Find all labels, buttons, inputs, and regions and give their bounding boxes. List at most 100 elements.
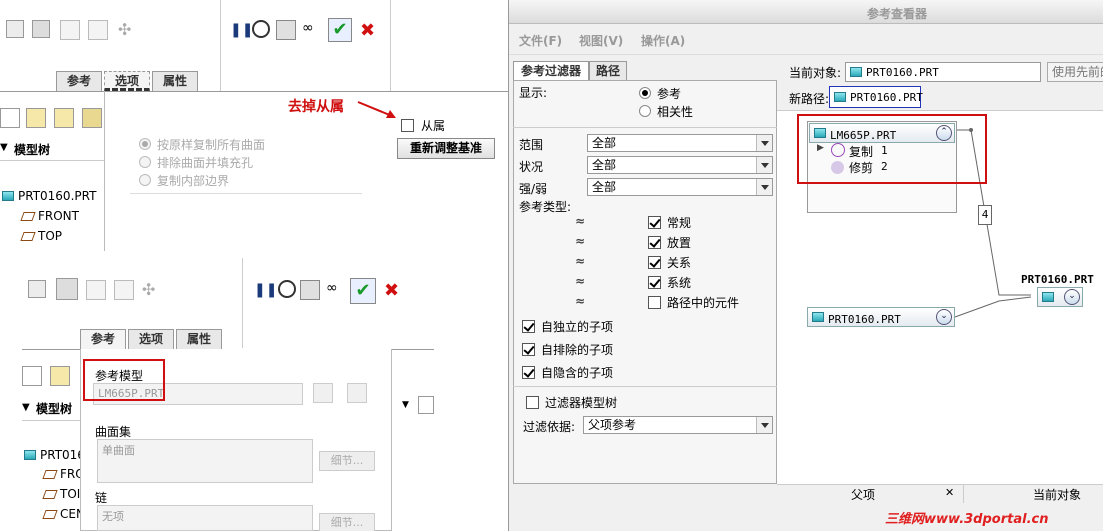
check-path-component[interactable]: [648, 296, 661, 309]
glasses-icon[interactable]: ∞: [302, 20, 314, 36]
current-object-label: 当前对象:: [789, 66, 842, 80]
folder-open-icon[interactable]: [60, 20, 80, 40]
check-placement[interactable]: [648, 236, 661, 249]
chevron-down-icon: [756, 417, 772, 433]
scope-select[interactable]: 全部: [587, 134, 773, 152]
divider: [513, 127, 777, 128]
target-node[interactable]: ⌄: [1037, 287, 1083, 307]
confirm-icon[interactable]: ✔: [350, 278, 376, 304]
menu-file[interactable]: 文件(F): [519, 32, 562, 49]
second-node[interactable]: PRT0160.PRT ⌄: [807, 307, 955, 327]
check-filter-tree[interactable]: [526, 396, 539, 409]
glasses-icon[interactable]: ∞: [326, 280, 338, 296]
second-node-label: PRT0160.PRT: [828, 313, 901, 326]
divider: [130, 193, 362, 194]
ref-type-system: 系统: [667, 276, 692, 290]
tab-options[interactable]: 选项: [128, 329, 174, 349]
filter-by-select[interactable]: 父项参考: [583, 416, 773, 434]
confirm-icon[interactable]: ✔: [328, 18, 352, 42]
window-title: 参考查看器: [867, 7, 928, 21]
menu-view[interactable]: 视图(V): [579, 32, 623, 49]
tree-icon[interactable]: [22, 366, 42, 386]
settings-icon[interactable]: [82, 108, 102, 128]
check-suppressed-child[interactable]: [522, 366, 535, 379]
expand-down-icon[interactable]: ⌄: [936, 309, 952, 325]
arrow-cross-icon[interactable]: ✣: [142, 280, 155, 299]
layers-icon[interactable]: [26, 108, 46, 128]
strength-select[interactable]: 全部: [587, 178, 773, 196]
folder-open-icon[interactable]: [313, 383, 333, 403]
expand-down-icon[interactable]: ⌄: [1064, 289, 1080, 305]
detail-button[interactable]: 细节...: [319, 451, 375, 471]
tab-reference[interactable]: 参考: [56, 71, 102, 91]
cancel-icon[interactable]: ✖: [384, 280, 399, 301]
pause-icon[interactable]: ❚❚: [230, 22, 253, 38]
dependent-checkbox[interactable]: [401, 119, 414, 132]
tab-reference-filter[interactable]: 参考过滤器: [513, 61, 589, 81]
new-path-field[interactable]: PRT0160.PRT: [829, 86, 923, 108]
tree-item-part[interactable]: PRT0160.PRT: [18, 189, 96, 203]
divider: [0, 160, 104, 161]
check-relation[interactable]: [648, 256, 661, 269]
inactive-surface-icon[interactable]: [6, 20, 24, 38]
part-icon: [24, 450, 36, 460]
dropdown-arrow-icon[interactable]: ▼: [402, 400, 409, 410]
preview-icon[interactable]: [300, 280, 320, 300]
inactive-exclude-icon[interactable]: [56, 278, 78, 300]
stop-icon[interactable]: [278, 280, 296, 298]
tab-options[interactable]: 选项: [104, 71, 150, 91]
list-icon[interactable]: [418, 396, 434, 414]
inactive-surface-icon[interactable]: [28, 280, 46, 298]
option-copy-inner: 复制内部边界: [157, 174, 230, 188]
chain-field[interactable]: 无项: [97, 505, 313, 531]
status-select[interactable]: 全部: [587, 156, 773, 174]
tree-icon[interactable]: [0, 108, 20, 128]
radio-dependency[interactable]: [639, 105, 651, 117]
datum-plane-icon: [42, 490, 58, 499]
stop-icon[interactable]: [252, 20, 270, 38]
collapse-icon[interactable]: ▼: [22, 402, 30, 413]
copy-icon[interactable]: [114, 280, 134, 300]
bottom-bar: 父项 ✕ 当前对象: [777, 484, 1103, 503]
radio-exclude-fill[interactable]: [139, 156, 151, 168]
tree-item-front[interactable]: FRONT: [38, 209, 79, 223]
radio-reference[interactable]: [639, 87, 651, 99]
tab-properties[interactable]: 属性: [152, 71, 198, 91]
copy-icon[interactable]: [347, 383, 367, 403]
check-regular[interactable]: [648, 216, 661, 229]
star-folder-icon[interactable]: [54, 108, 74, 128]
parent-highlight: [797, 114, 987, 184]
strength-label: 强/弱: [519, 182, 548, 196]
surface-set-field[interactable]: 单曲面: [97, 439, 313, 483]
check-excluded-child[interactable]: [522, 343, 535, 356]
pause-icon[interactable]: ❚❚: [254, 282, 277, 298]
layers-icon[interactable]: [50, 366, 70, 386]
arrow-cross-icon[interactable]: ✣: [118, 20, 131, 39]
tree-item-top[interactable]: TOI: [60, 487, 80, 501]
current-object-field[interactable]: PRT0160.PRT: [845, 62, 1041, 82]
model-tree-title: 模型树: [36, 402, 73, 416]
tab-reference[interactable]: 参考: [80, 329, 126, 349]
tab-properties[interactable]: 属性: [176, 329, 222, 349]
divider: [509, 54, 1103, 55]
strength-value: 全部: [592, 180, 617, 194]
surface-set-label: 曲面集: [95, 425, 132, 439]
check-system[interactable]: [648, 276, 661, 289]
copy-icon[interactable]: [88, 20, 108, 40]
cancel-icon[interactable]: ✖: [360, 20, 375, 41]
tree-item-top[interactable]: TOP: [38, 229, 62, 243]
reroute-button[interactable]: 重新调整基准: [397, 138, 495, 159]
preview-icon[interactable]: [276, 20, 296, 40]
tab-path[interactable]: 路径: [589, 61, 627, 81]
use-previous-button[interactable]: 使用先前的: [1047, 62, 1103, 82]
menu-operation[interactable]: 操作(A): [641, 32, 685, 49]
check-independent-child[interactable]: [522, 320, 535, 333]
folder-open-icon[interactable]: [86, 280, 106, 300]
inactive-exclude-icon[interactable]: [32, 20, 50, 38]
display-reference: 参考: [657, 87, 682, 101]
close-icon[interactable]: ✕: [945, 486, 954, 499]
collapse-icon[interactable]: ▼: [0, 142, 8, 153]
radio-copy-inner[interactable]: [139, 174, 151, 186]
radio-copy-all[interactable]: [139, 138, 151, 150]
detail-button-2[interactable]: 细节...: [319, 513, 375, 531]
